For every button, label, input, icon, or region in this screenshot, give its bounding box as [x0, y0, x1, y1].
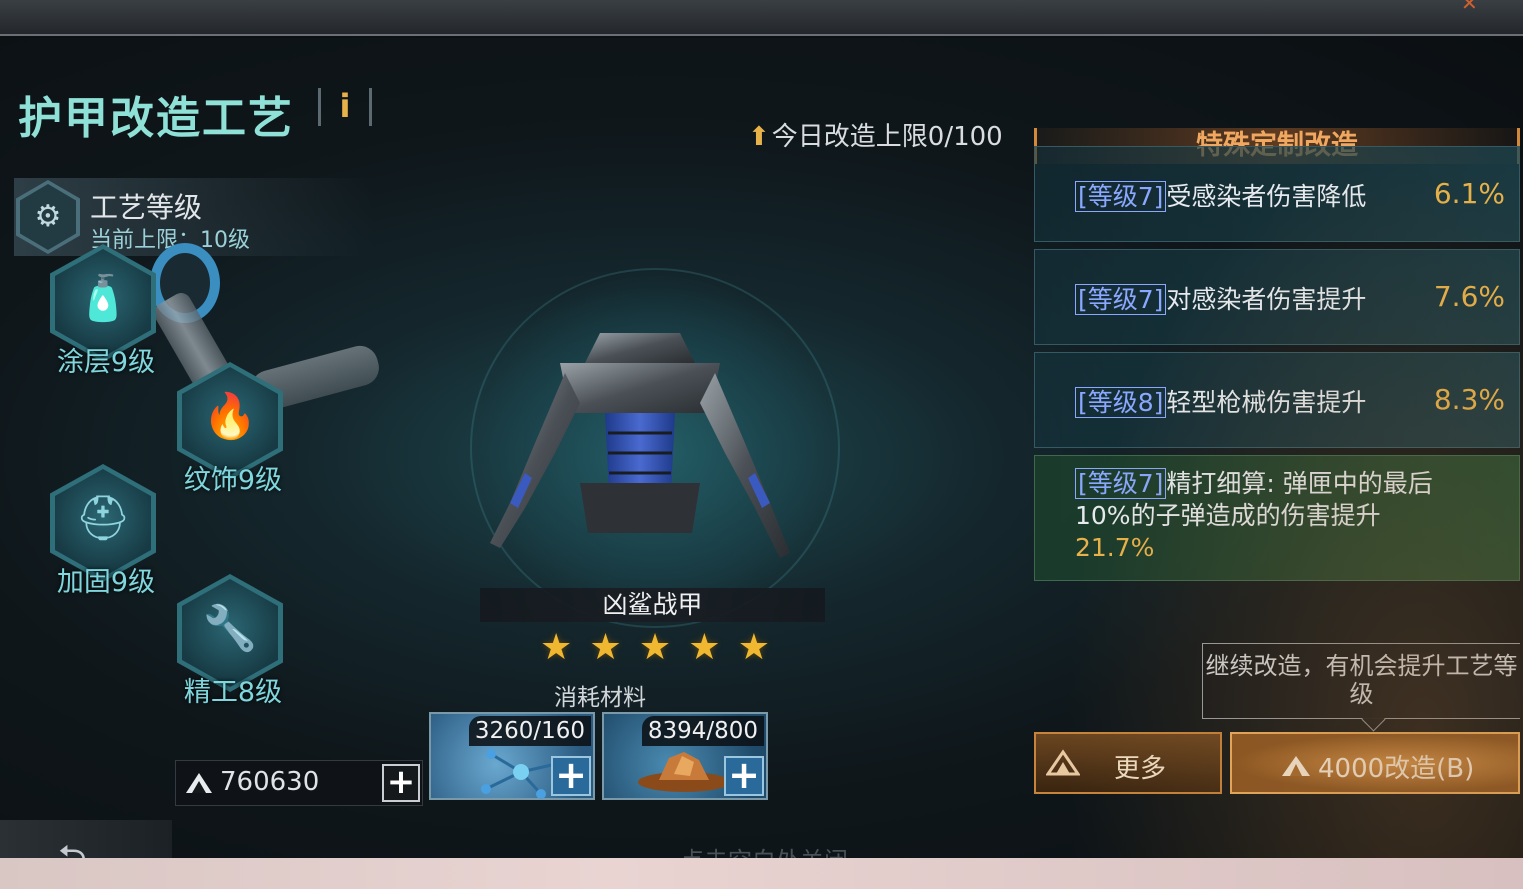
- page-title: 护甲改造工艺: [18, 93, 294, 144]
- effect-level-tag: [等级7]: [1075, 468, 1167, 499]
- effect-text: 受感染者伤害降低: [1166, 182, 1367, 211]
- skill-label: 精工8级: [183, 677, 283, 708]
- effect-text-line2: 10%的子弹造成的伤害提升: [1075, 501, 1381, 530]
- effect-row: [等级7] 精打细算: 弹匣中的最后 10%的子弹造成的伤害提升 21.7%: [1034, 455, 1520, 581]
- material-slot-molecule[interactable]: 3260/160 +: [429, 712, 595, 800]
- resource-icon: [1046, 749, 1080, 776]
- skill-label: 涂层9级: [56, 347, 156, 378]
- add-currency-button[interactable]: +: [382, 764, 420, 802]
- resource-icon: [1282, 756, 1310, 776]
- item-name: 凶鲨战甲: [480, 588, 825, 622]
- effect-value: 6.1%: [1433, 177, 1505, 210]
- bottom-bar: [0, 858, 1523, 889]
- up-arrow-icon: ⬆: [748, 122, 770, 152]
- effect-value: 21.7%: [1075, 533, 1155, 562]
- armor-image: [490, 333, 790, 558]
- daily-limit: ⬆今日改造上限0/100: [748, 116, 1003, 153]
- modify-button[interactable]: 4000改造(B): [1230, 732, 1520, 794]
- skill-label: 纹饰9级: [183, 465, 283, 496]
- craft-level-title: 工艺等级: [90, 191, 203, 224]
- effect-value: 7.6%: [1433, 280, 1505, 313]
- material-count: 3260/160: [468, 716, 591, 746]
- modify-button-label: 4000改造(B): [1318, 754, 1475, 784]
- star-icon: ★: [688, 627, 721, 668]
- star-icon: ★: [540, 627, 573, 668]
- effect-row: [等级7] 受感染者伤害降低 6.1%: [1034, 146, 1520, 242]
- upgrade-tooltip: 继续改造，有机会提升工艺等级: [1202, 643, 1520, 719]
- close-hint[interactable]: 点击空白处关闭: [680, 841, 848, 858]
- effect-value: 8.3%: [1433, 383, 1505, 416]
- more-button-label: 更多: [1114, 754, 1167, 784]
- return-arrow-icon: ⮌: [58, 832, 87, 858]
- info-button[interactable]: i: [318, 88, 372, 126]
- daily-limit-text: 今日改造上限0/100: [771, 122, 1003, 152]
- effect-text: 轻型枪械伤害提升: [1166, 388, 1367, 417]
- ore-icon: [638, 752, 730, 792]
- currency-amount: 760630: [220, 767, 320, 797]
- effect-text: 精打细算: 弹匣中的最后: [1166, 469, 1433, 498]
- star-icon: ★: [737, 627, 770, 668]
- more-button[interactable]: 更多: [1034, 732, 1222, 794]
- star-icon: ★: [638, 627, 672, 668]
- armor-modification-panel[interactable]: 护甲改造工艺 i ⬆今日改造上限0/100 ⚙ 工艺等级 当前上限：10级 🧴 …: [0, 38, 1523, 858]
- effect-level-tag: [等级8]: [1075, 387, 1167, 418]
- effect-row: [等级8] 轻型枪械伤害提升 8.3%: [1034, 352, 1520, 448]
- status-bar: ✕: [0, 0, 1523, 36]
- effect-text: 对感染者伤害提升: [1166, 285, 1367, 314]
- effect-level-tag: [等级7]: [1075, 181, 1167, 212]
- resource-icon: [186, 773, 212, 793]
- materials-label: 消耗材料: [554, 685, 646, 711]
- material-count: 8394/800: [641, 716, 764, 746]
- star-rating: ★ ★ ★ ★ ★: [540, 628, 770, 668]
- add-material-button[interactable]: +: [551, 756, 591, 796]
- add-material-button[interactable]: +: [724, 756, 764, 796]
- skill-label: 加固9级: [56, 567, 156, 598]
- effect-row: [等级7] 对感染者伤害提升 7.6%: [1034, 249, 1520, 345]
- close-icon[interactable]: ✕: [1461, 0, 1491, 10]
- back-button[interactable]: ⮌: [0, 820, 172, 858]
- effect-level-tag: [等级7]: [1075, 284, 1167, 315]
- material-slot-ore[interactable]: 8394/800 +: [602, 712, 768, 800]
- star-icon: ★: [589, 627, 622, 668]
- currency-display: 760630 +: [175, 760, 423, 806]
- wrench-gear-icon: ⚙: [16, 180, 80, 254]
